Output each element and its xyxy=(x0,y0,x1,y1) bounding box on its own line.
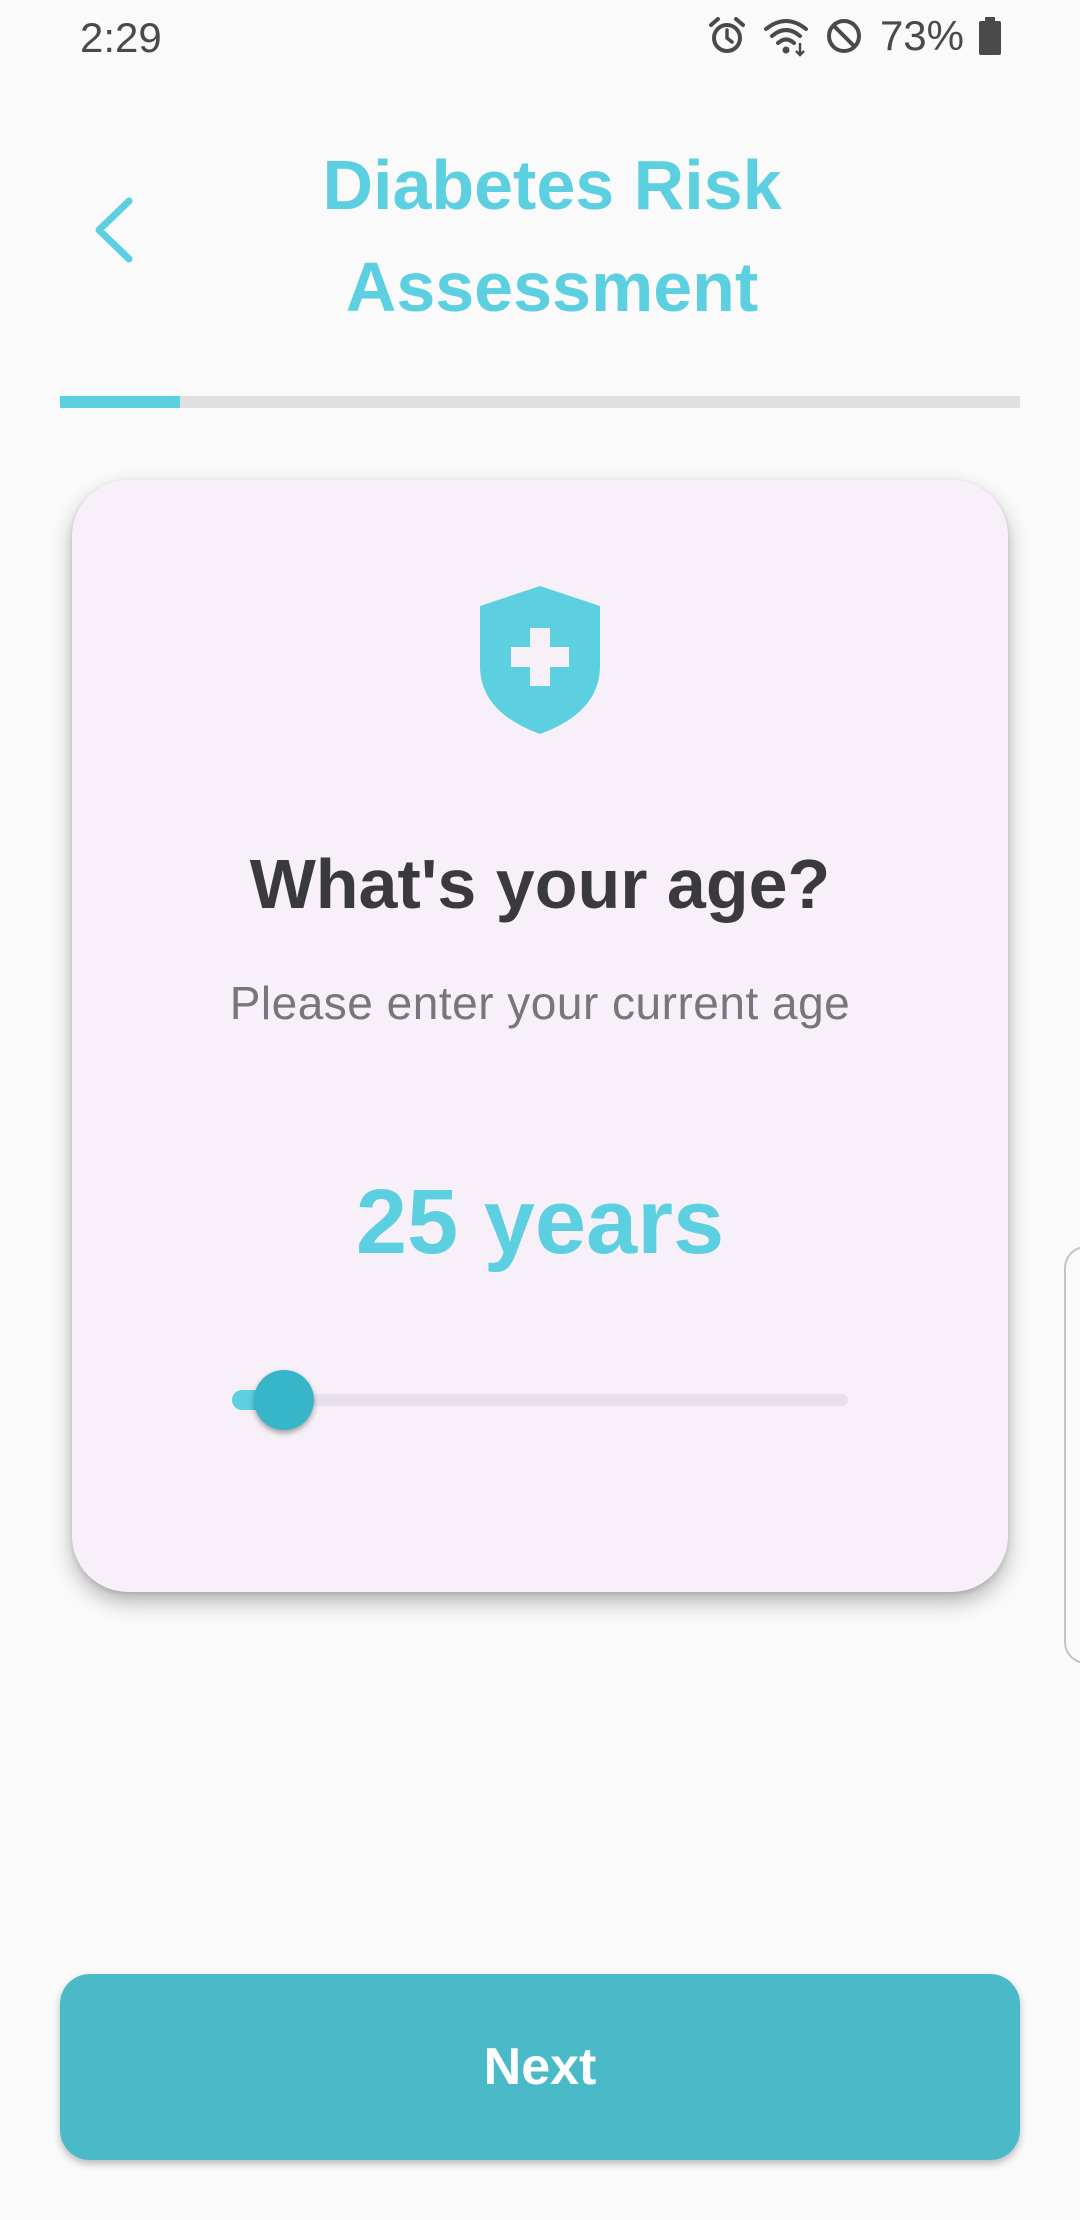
progress-bar xyxy=(60,396,1020,408)
do-not-disturb-icon xyxy=(824,16,864,56)
question-subtitle: Please enter your current age xyxy=(229,977,851,1029)
page-title-line-1: Diabetes Risk xyxy=(322,146,782,224)
progress-bar-fill xyxy=(60,396,180,408)
battery-percentage: 73% xyxy=(879,12,964,59)
wifi-icon xyxy=(762,15,810,57)
page-title-line-2: Assessment xyxy=(345,248,759,326)
shield-plus-icon xyxy=(480,586,600,734)
age-slider[interactable] xyxy=(232,1370,848,1430)
age-number: 25 xyxy=(355,1171,459,1273)
slider-thumb[interactable] xyxy=(254,1370,315,1430)
edge-panel-handle[interactable] xyxy=(1064,1246,1080,1664)
status-icons: 73% xyxy=(706,12,1002,59)
slider-track xyxy=(232,1394,848,1406)
age-display: 25 years xyxy=(72,1170,1008,1275)
question-card: What's your age? Please enter your curre… xyxy=(72,480,1008,1592)
question-heading: What's your age? xyxy=(249,845,831,923)
alarm-icon xyxy=(706,15,748,57)
status-time: 2:29 xyxy=(80,14,162,61)
next-button[interactable]: Next xyxy=(60,1974,1020,2160)
battery-icon xyxy=(978,17,1002,55)
status-bar: 2:29 73% xyxy=(0,0,1080,72)
back-button[interactable] xyxy=(72,188,156,272)
page-title: Diabetes Risk Assessment xyxy=(180,134,924,338)
age-unit: years xyxy=(483,1171,725,1273)
chevron-left-icon xyxy=(95,197,133,263)
